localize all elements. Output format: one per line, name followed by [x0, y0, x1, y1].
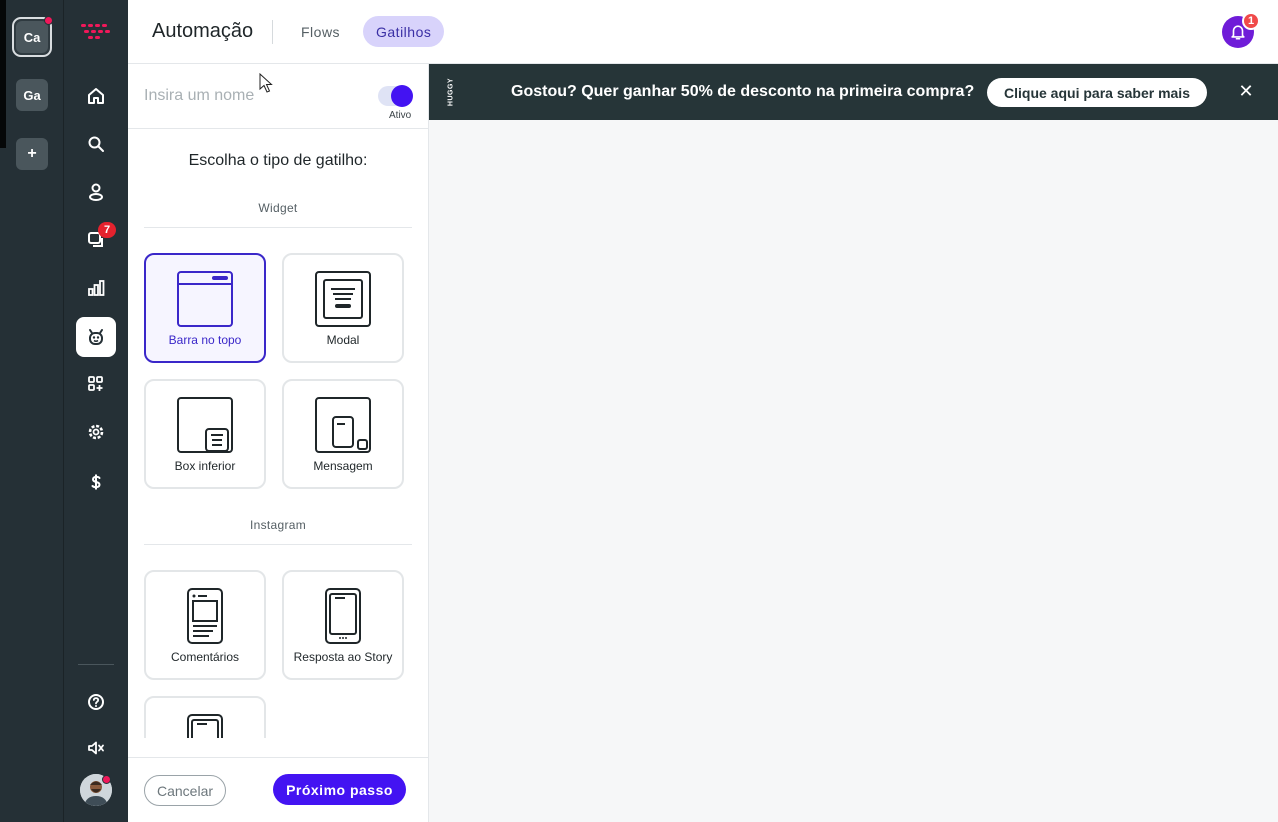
section-label-widget: Widget: [258, 201, 298, 215]
nav-separator: [78, 664, 114, 665]
home-icon: [88, 88, 104, 104]
trigger-type-list[interactable]: Escolha o tipo de gatilho: Widget Barra …: [128, 130, 428, 738]
apps-icon: [88, 376, 103, 391]
nav-settings[interactable]: [76, 412, 116, 452]
settings-icon: [88, 424, 104, 440]
trigger-card-message[interactable]: Mensagem: [282, 379, 404, 489]
trigger-card-instagram-direct[interactable]: [144, 696, 266, 738]
comments-icon: [187, 588, 223, 644]
tab-flows[interactable]: Flows: [288, 16, 353, 47]
mute-icon: [88, 741, 104, 755]
app-root: Ca Ga + 7 Automação Flows Gatilhos 1 Ins…: [0, 0, 1278, 822]
nav-help[interactable]: [76, 682, 116, 722]
workspace-ga[interactable]: Ga: [16, 79, 48, 111]
trigger-card-comments[interactable]: Comentários: [144, 570, 266, 680]
nav-apps[interactable]: [76, 364, 116, 404]
section-divider: [144, 544, 412, 545]
section-label-instagram: Instagram: [249, 518, 307, 532]
preview-top-bar: HUGGY Gostou? Quer ganhar 50% de descont…: [429, 64, 1278, 120]
bottom-box-icon: [177, 397, 233, 453]
close-icon[interactable]: ✕: [1237, 82, 1255, 100]
active-toggle-knob: [391, 85, 413, 107]
page-header: Automação Flows Gatilhos 1: [128, 0, 1278, 64]
next-step-button[interactable]: Próximo passo: [273, 774, 406, 805]
message-icon: [315, 397, 371, 453]
trigger-card-label: Comentários: [170, 650, 240, 664]
preview-message: Gostou? Quer ganhar 50% de desconto na p…: [511, 83, 975, 100]
notifications-count-badge: 1: [1242, 12, 1260, 30]
bot-icon: [89, 329, 103, 345]
trigger-card-bottom-box[interactable]: Box inferior: [144, 379, 266, 489]
workspace-notification-dot: [44, 16, 53, 25]
user-status-dot: [102, 775, 111, 784]
trigger-panel: Ativo Escolha o tipo de gatilho: Widget …: [128, 64, 429, 822]
trigger-card-story-reply[interactable]: Resposta ao Story: [282, 570, 404, 680]
trigger-card-modal[interactable]: Modal: [282, 253, 404, 363]
instagram-direct-icon: [187, 714, 223, 738]
trigger-card-label: Resposta ao Story: [293, 650, 393, 664]
tab-gatilhos[interactable]: Gatilhos: [363, 16, 445, 47]
choose-trigger-title: Escolha o tipo de gatilho:: [188, 152, 368, 169]
add-workspace-button[interactable]: +: [16, 138, 48, 170]
trigger-card-label: Modal: [326, 333, 360, 347]
section-divider: [144, 227, 412, 228]
chat-unread-badge: 7: [98, 222, 116, 238]
trigger-card-top-bar[interactable]: Barra no topo: [144, 253, 266, 363]
rail-edge: [0, 0, 6, 148]
nav-sound-toggle[interactable]: [76, 728, 116, 768]
nav-contacts[interactable]: [76, 172, 116, 212]
trigger-name-input[interactable]: [144, 82, 364, 110]
workspace-rail: Ca Ga +: [0, 0, 64, 822]
nav-billing[interactable]: [76, 462, 116, 502]
trigger-card-label: Barra no topo: [168, 333, 242, 347]
mouse-cursor-icon: [259, 73, 273, 93]
nav-automation[interactable]: [76, 317, 116, 357]
trigger-preview: HUGGY Gostou? Quer ganhar 50% de descont…: [429, 64, 1278, 822]
trigger-card-label: Mensagem: [313, 459, 373, 473]
top-bar-icon: [177, 271, 233, 327]
preview-cta-button[interactable]: Clique aqui para saber mais: [987, 78, 1207, 107]
search-icon: [88, 136, 104, 152]
workspace-initials: Ga: [23, 87, 41, 103]
nav-chats[interactable]: 7: [76, 220, 116, 260]
plus-icon: +: [27, 145, 37, 162]
cancel-button[interactable]: Cancelar: [144, 775, 226, 806]
panel-footer: Cancelar Próximo passo: [128, 757, 428, 822]
main-nav: 7: [64, 0, 128, 822]
story-reply-icon: [325, 588, 361, 644]
active-toggle-label: Ativo: [389, 110, 412, 121]
workspace-ca[interactable]: Ca: [12, 16, 53, 57]
nav-home[interactable]: [76, 76, 116, 116]
trigger-card-label: Box inferior: [174, 459, 236, 473]
reports-icon: [88, 280, 105, 296]
nav-search[interactable]: [76, 124, 116, 164]
trigger-name-row: Ativo: [128, 64, 428, 129]
page-title: Automação: [152, 20, 254, 42]
logo-icon: [81, 24, 110, 39]
contacts-icon: [89, 183, 103, 201]
header-divider: [272, 20, 273, 44]
modal-icon: [315, 271, 371, 327]
active-toggle[interactable]: [378, 85, 413, 107]
help-icon: [88, 694, 104, 710]
preview-brand-logo: HUGGY: [447, 77, 455, 107]
dollar-icon: [91, 474, 101, 490]
workspace-initials: Ca: [23, 29, 41, 45]
nav-reports[interactable]: [76, 268, 116, 308]
